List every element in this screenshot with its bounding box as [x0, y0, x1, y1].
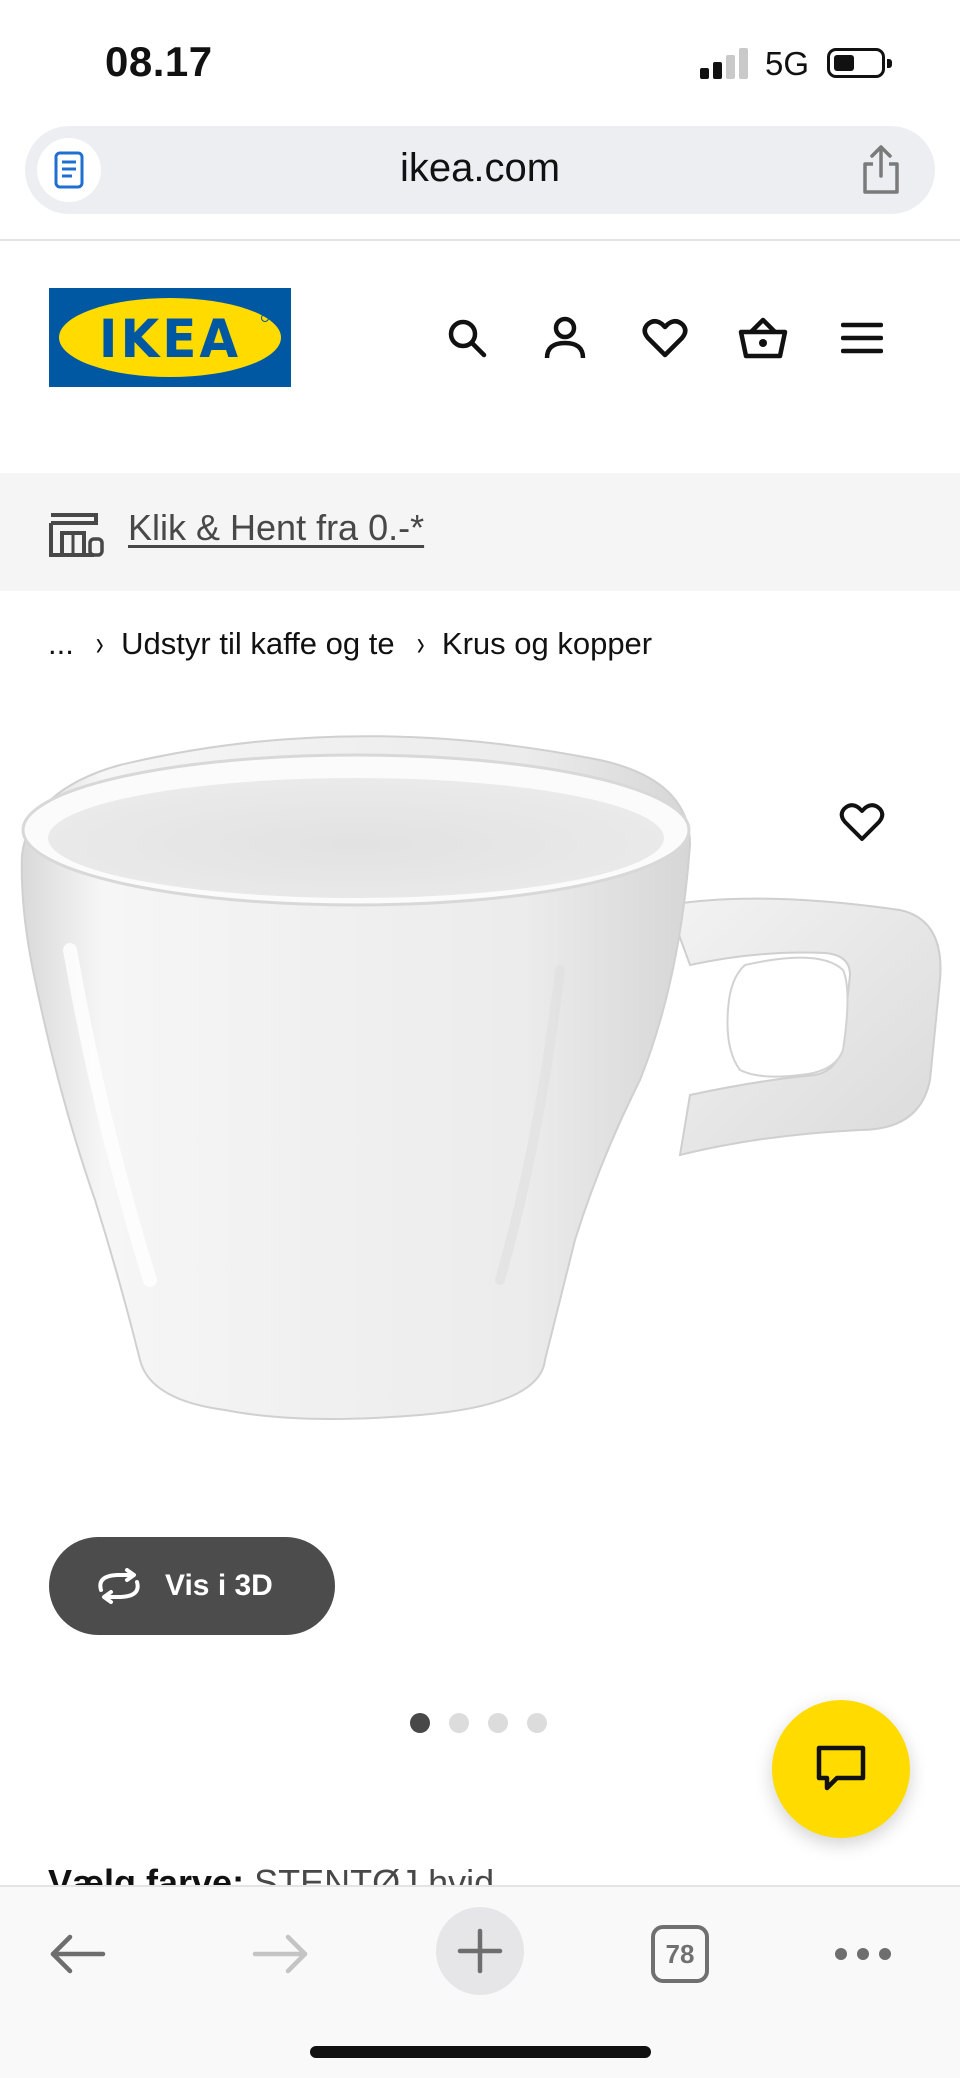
breadcrumb: ... › Udstyr til kaffe og te › Krus og k… [48, 622, 652, 666]
view-3d-label: Vis i 3D [165, 1569, 273, 1602]
status-bar: 08.17 5G [0, 0, 960, 120]
chevron-right-icon: › [416, 624, 425, 663]
mug-image [20, 735, 942, 1420]
carousel-indicator [410, 1713, 570, 1735]
promo-banner: Klik & Hent fra 0.-* [0, 473, 960, 591]
address-bar[interactable]: ikea.com [25, 126, 935, 214]
heart-icon[interactable] [834, 794, 890, 850]
chevron-right-icon: › [95, 624, 104, 663]
account-icon[interactable] [537, 308, 593, 368]
breadcrumb-item[interactable]: Krus og kopper [442, 626, 652, 662]
product-image[interactable] [0, 720, 960, 1680]
chat-button[interactable] [772, 1700, 910, 1838]
menu-icon[interactable] [834, 308, 890, 368]
network-label: 5G [765, 45, 810, 82]
forward-arrow-icon[interactable] [235, 1909, 325, 1999]
view-3d-button[interactable]: Vis i 3D [49, 1537, 335, 1635]
divider [0, 239, 960, 241]
carousel-dot[interactable] [488, 1713, 508, 1733]
carousel-dot[interactable] [410, 1713, 430, 1733]
tab-count: 78 [665, 1938, 695, 1969]
more-icon[interactable] [818, 1909, 908, 1999]
tabs-button[interactable]: 78 [651, 1925, 709, 1983]
share-icon[interactable] [857, 144, 905, 196]
plus-icon [457, 1928, 503, 1974]
breadcrumb-item[interactable]: Udstyr til kaffe og te [121, 626, 394, 662]
new-tab-button[interactable] [436, 1907, 524, 1995]
signal-icon [700, 47, 750, 79]
chat-icon [816, 1745, 866, 1791]
search-icon[interactable] [439, 308, 495, 368]
header-icons [0, 308, 960, 368]
basket-icon[interactable] [735, 308, 791, 368]
battery-icon [827, 48, 892, 78]
store-icon [48, 509, 106, 559]
back-arrow-icon[interactable] [33, 1909, 123, 1999]
status-time: 08.17 [105, 38, 213, 85]
breadcrumb-ellipsis[interactable]: ... [48, 626, 74, 662]
carousel-dot[interactable] [449, 1713, 469, 1733]
rotate-icon [98, 1568, 140, 1604]
url-text[interactable]: ikea.com [25, 146, 935, 191]
click-collect-link[interactable]: Klik & Hent fra 0.-* [128, 507, 424, 549]
carousel-dot[interactable] [527, 1713, 547, 1733]
favorites-icon[interactable] [637, 308, 693, 368]
home-indicator [310, 2046, 651, 2058]
